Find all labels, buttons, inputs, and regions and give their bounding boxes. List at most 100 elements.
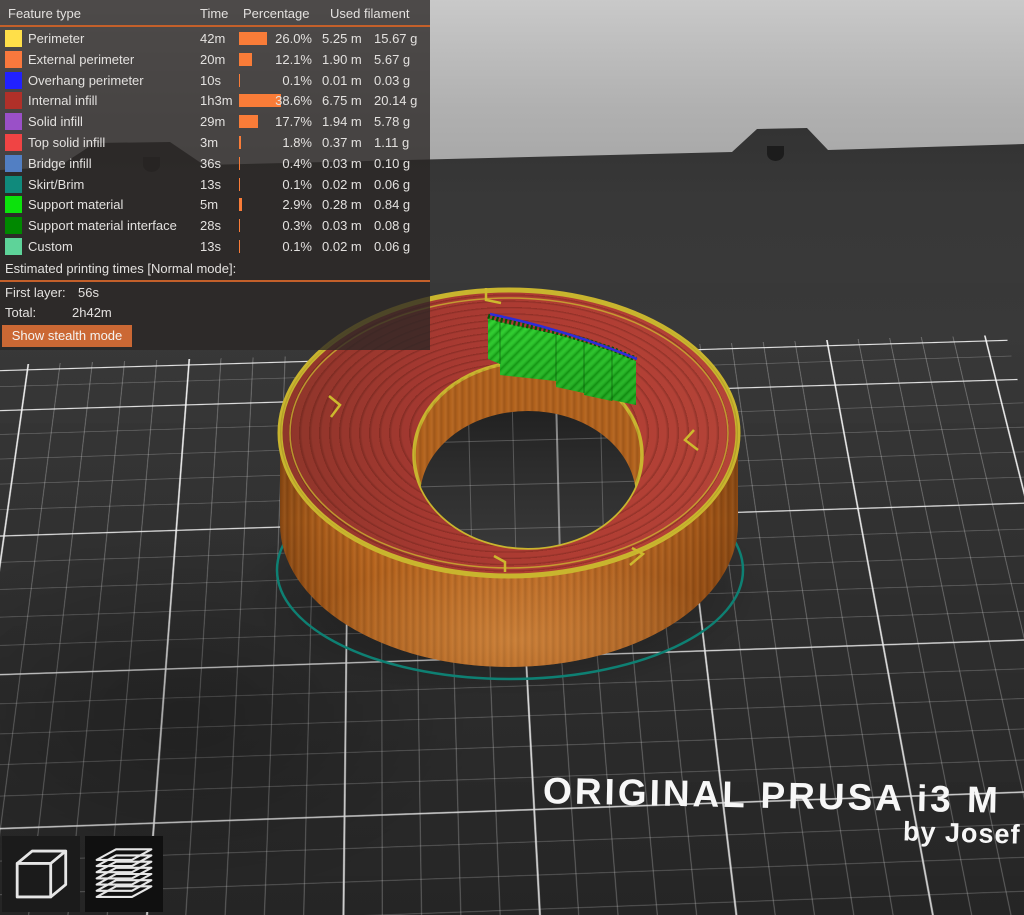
legend-header-time: Time: [200, 6, 228, 21]
cube-icon: [10, 844, 72, 904]
legend-row: Overhang perimeter 10s 0.1% 0.01 m 0.03 …: [0, 70, 430, 91]
feature-label: Custom: [28, 239, 73, 254]
feature-percent: 0.1%: [252, 73, 312, 88]
percentage-bar: [239, 240, 240, 253]
feature-label: Support material: [28, 197, 123, 212]
view-layers-button[interactable]: [85, 836, 163, 912]
legend-row: Support material interface 28s 0.3% 0.03…: [0, 215, 430, 236]
legend-row: Solid infill 29m 17.7% 1.94 m 5.78 g: [0, 111, 430, 132]
legend-row: External perimeter 20m 12.1% 1.90 m 5.67…: [0, 49, 430, 70]
feature-grams: 1.11 g: [374, 135, 409, 150]
feature-time: 5m: [200, 197, 218, 212]
feature-meters: 0.28 m: [322, 197, 362, 212]
legend-header-feature: Feature type: [8, 6, 81, 21]
feature-label: Solid infill: [28, 114, 83, 129]
feature-meters: 0.03 m: [322, 218, 362, 233]
legend-header-percentage: Percentage: [243, 6, 310, 21]
legend-panel: Feature type Time Percentage Used filame…: [0, 0, 430, 350]
feature-label: Skirt/Brim: [28, 177, 84, 192]
legend-divider-2: [0, 280, 430, 282]
feature-grams: 0.06 g: [374, 177, 410, 192]
feature-time: 13s: [200, 239, 221, 254]
feature-percent: 26.0%: [252, 31, 312, 46]
feature-grams: 0.06 g: [374, 239, 410, 254]
feature-grams: 0.08 g: [374, 218, 410, 233]
percentage-bar: [239, 157, 240, 170]
legend-row: Internal infill 1h3m 38.6% 6.75 m 20.14 …: [0, 90, 430, 111]
feature-time: 42m: [200, 31, 225, 46]
feature-meters: 5.25 m: [322, 31, 362, 46]
feature-label: Internal infill: [28, 93, 97, 108]
feature-meters: 1.90 m: [322, 52, 362, 67]
feature-time: 13s: [200, 177, 221, 192]
feature-label: Support material interface: [28, 218, 177, 233]
legend-row: Perimeter 42m 26.0% 5.25 m 15.67 g: [0, 28, 430, 49]
legend-header-filament: Used filament: [330, 6, 409, 21]
feature-meters: 0.01 m: [322, 73, 362, 88]
first-layer-label: First layer:: [5, 285, 66, 300]
feature-label: External perimeter: [28, 52, 134, 67]
feature-grams: 0.84 g: [374, 197, 410, 212]
percentage-bar: [239, 136, 241, 149]
feature-time: 36s: [200, 156, 221, 171]
feature-meters: 0.03 m: [322, 156, 362, 171]
feature-grams: 0.03 g: [374, 73, 410, 88]
feature-meters: 1.94 m: [322, 114, 362, 129]
legend-rows: Perimeter 42m 26.0% 5.25 m 15.67 g Exter…: [0, 28, 430, 257]
feature-color-swatch: [5, 113, 22, 130]
feature-color-swatch: [5, 92, 22, 109]
feature-meters: 0.02 m: [322, 239, 362, 254]
feature-color-swatch: [5, 155, 22, 172]
percentage-bar: [239, 219, 240, 232]
first-layer-value: 56s: [78, 285, 99, 300]
feature-percent: 0.1%: [252, 239, 312, 254]
feature-meters: 6.75 m: [322, 93, 362, 108]
feature-color-swatch: [5, 176, 22, 193]
feature-label: Top solid infill: [28, 135, 105, 150]
feature-time: 3m: [200, 135, 218, 150]
percentage-bar: [239, 198, 242, 211]
feature-grams: 15.67 g: [374, 31, 417, 46]
feature-color-swatch: [5, 134, 22, 151]
feature-label: Bridge infill: [28, 156, 92, 171]
feature-label: Overhang perimeter: [28, 73, 144, 88]
feature-time: 10s: [200, 73, 221, 88]
feature-percent: 0.1%: [252, 177, 312, 192]
percentage-bar: [239, 74, 240, 87]
feature-color-swatch: [5, 217, 22, 234]
legend-row: Skirt/Brim 13s 0.1% 0.02 m 0.06 g: [0, 174, 430, 195]
feature-time: 1h3m: [200, 93, 233, 108]
feature-percent: 1.8%: [252, 135, 312, 150]
feature-color-swatch: [5, 72, 22, 89]
legend-row: Top solid infill 3m 1.8% 0.37 m 1.11 g: [0, 132, 430, 153]
feature-grams: 5.78 g: [374, 114, 410, 129]
layers-icon: [93, 844, 155, 904]
show-stealth-mode-button[interactable]: Show stealth mode: [2, 325, 132, 347]
feature-percent: 17.7%: [252, 114, 312, 129]
legend-row: Bridge infill 36s 0.4% 0.03 m 0.10 g: [0, 153, 430, 174]
feature-percent: 0.3%: [252, 218, 312, 233]
legend-divider: [0, 25, 430, 27]
feature-time: 29m: [200, 114, 225, 129]
slicer-preview-scene: ORIGINAL PRUSA i3 M by Josef: [0, 0, 1024, 915]
feature-grams: 5.67 g: [374, 52, 410, 67]
feature-grams: 0.10 g: [374, 156, 410, 171]
feature-meters: 0.37 m: [322, 135, 362, 150]
legend-row: Support material 5m 2.9% 0.28 m 0.84 g: [0, 194, 430, 215]
feature-color-swatch: [5, 238, 22, 255]
feature-percent: 2.9%: [252, 197, 312, 212]
total-time-label: Total:: [5, 305, 36, 320]
total-time-value: 2h42m: [72, 305, 112, 320]
feature-time: 20m: [200, 52, 225, 67]
feature-percent: 38.6%: [252, 93, 312, 108]
view-3d-button[interactable]: [2, 836, 80, 912]
feature-percent: 12.1%: [252, 52, 312, 67]
feature-color-swatch: [5, 196, 22, 213]
feature-grams: 20.14 g: [374, 93, 417, 108]
feature-percent: 0.4%: [252, 156, 312, 171]
feature-color-swatch: [5, 30, 22, 47]
legend-row: Custom 13s 0.1% 0.02 m 0.06 g: [0, 236, 430, 257]
percentage-bar: [239, 53, 252, 66]
feature-meters: 0.02 m: [322, 177, 362, 192]
estimated-times-title: Estimated printing times [Normal mode]:: [5, 261, 236, 276]
